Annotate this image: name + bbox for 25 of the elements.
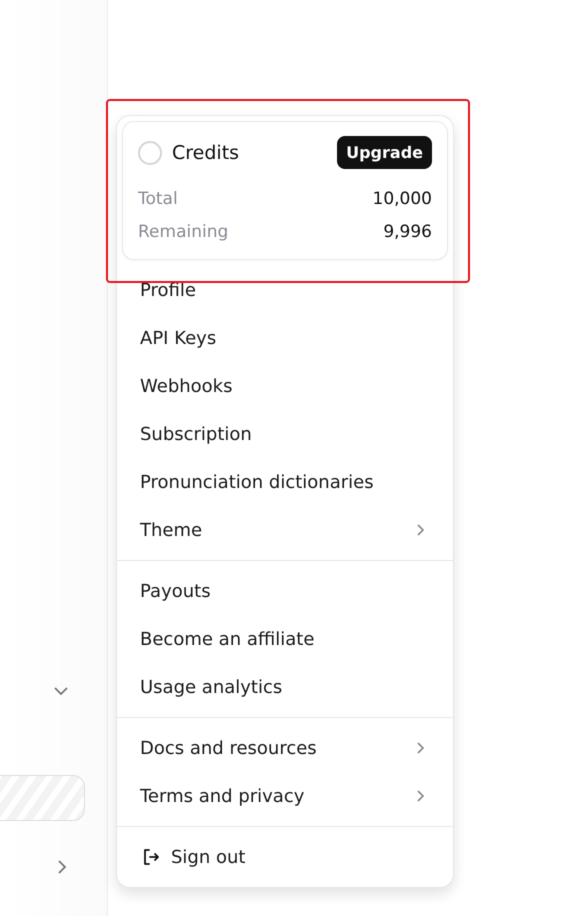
upgrade-button[interactable]: Upgrade xyxy=(337,136,432,169)
menu-item[interactable]: API Keys xyxy=(117,314,453,362)
credit-label: Remaining xyxy=(138,221,228,244)
chevron-right-icon xyxy=(416,741,425,755)
credit-value: 9,996 xyxy=(383,221,432,244)
progress-ring-icon xyxy=(138,140,162,164)
credit-value: 10,000 xyxy=(372,188,432,211)
menu-item[interactable]: Subscription xyxy=(117,410,453,458)
menu-item[interactable]: Payouts xyxy=(117,567,453,615)
sign-out-icon xyxy=(142,848,160,866)
chevron-down-icon[interactable] xyxy=(53,686,69,696)
sign-out-item[interactable]: Sign out xyxy=(117,833,453,881)
menu-item[interactable]: Pronunciation dictionaries xyxy=(117,458,453,506)
credit-label: Total xyxy=(138,188,178,211)
chevron-right-icon xyxy=(416,523,425,537)
menu-item[interactable]: Theme xyxy=(117,506,453,554)
credits-title: Credits xyxy=(172,142,240,164)
menu-item[interactable]: Webhooks xyxy=(117,362,453,410)
menu-item[interactable]: Docs and resources xyxy=(117,724,453,772)
menu-item[interactable]: Terms and privacy xyxy=(117,772,453,820)
chevron-right-icon[interactable] xyxy=(57,859,67,875)
chevron-right-icon xyxy=(416,789,425,803)
menu-item[interactable]: Profile xyxy=(117,266,453,314)
menu-item[interactable]: Become an affiliate xyxy=(117,615,453,663)
menu-item[interactable]: Usage analytics xyxy=(117,663,453,711)
